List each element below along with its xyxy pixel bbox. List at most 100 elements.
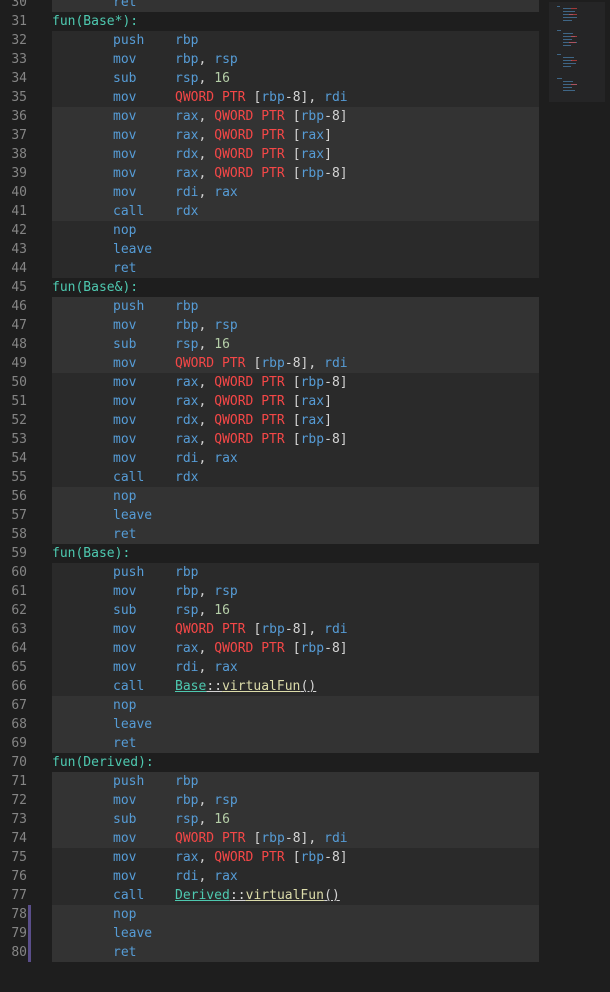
code-line[interactable]: 58 ret (0, 525, 540, 544)
code-line[interactable]: 38 mov rdx, QWORD PTR [rax] (0, 145, 540, 164)
operand[interactable]: :: (206, 677, 222, 696)
code-line[interactable]: 79 leave (0, 924, 540, 943)
operand: QWORD PTR (214, 109, 285, 124)
line-number: 67 (11, 698, 27, 713)
code-line[interactable]: 36 mov rax, QWORD PTR [rbp -8] (0, 107, 540, 126)
operand: QWORD PTR (175, 622, 246, 637)
code-line[interactable]: 74 mov QWORD PTR [rbp -8], rdi (0, 829, 540, 848)
code-line[interactable]: 47 mov rbp, rsp (0, 316, 540, 335)
code-line[interactable]: 69 ret (0, 734, 540, 753)
code-line[interactable]: 42 nop (0, 221, 540, 240)
code-line[interactable]: 80 ret (0, 943, 540, 962)
operand[interactable]: Base (175, 677, 206, 696)
line-number: 61 (11, 584, 27, 599)
instruction: mov (113, 185, 137, 200)
instruction: mov (113, 831, 137, 846)
minimap[interactable] (545, 0, 610, 110)
code-line[interactable]: 60 push rbp (0, 563, 540, 582)
code-line[interactable]: 78 nop (0, 905, 540, 924)
code-line[interactable]: 51 mov rax, QWORD PTR [rax] (0, 392, 540, 411)
instruction: ret (113, 527, 137, 542)
operand[interactable]: virtualFun (222, 677, 300, 696)
code-line[interactable]: 59 fun(Base): (0, 544, 540, 563)
instruction: mov (113, 641, 137, 656)
code-content: sub rsp, 16 (52, 69, 539, 88)
operand[interactable]: () (301, 677, 317, 696)
code-line[interactable]: 56 nop (0, 487, 540, 506)
operand: QWORD PTR (214, 850, 285, 865)
code-content: push rbp (52, 297, 539, 316)
code-line[interactable]: 66 call Base:: virtualFun() (0, 677, 540, 696)
instruction: push (113, 565, 145, 580)
operand: rdi (324, 90, 348, 105)
code-line[interactable]: 46 push rbp (0, 297, 540, 316)
change-marker (28, 924, 31, 943)
code-line[interactable]: 55 call rdx (0, 468, 540, 487)
code-line[interactable]: 76 mov rdi, rax (0, 867, 540, 886)
operand[interactable]: virtualFun (246, 886, 324, 905)
operand: [ (245, 831, 262, 846)
operand: , (198, 641, 215, 656)
operand: ] (324, 128, 332, 143)
code-content: nop (52, 905, 539, 924)
code-editor[interactable]: 30 ret 31 fun(Base*): 32 push rbp 33 mov rbp, rsp… (0, 0, 610, 992)
code-content: mov rdi, rax (52, 658, 539, 677)
operand: rax (175, 375, 199, 390)
code-line[interactable]: 68 leave (0, 715, 540, 734)
code-line[interactable]: 63 mov QWORD PTR [rbp -8], rdi (0, 620, 540, 639)
operand: rbp (175, 584, 199, 599)
line-number: 71 (11, 774, 27, 789)
line-number: 63 (11, 622, 27, 637)
code-line[interactable]: 61 mov rbp, rsp (0, 582, 540, 601)
change-marker (28, 943, 31, 962)
code-line[interactable]: 35 mov QWORD PTR [rbp -8], rdi (0, 88, 540, 107)
code-line[interactable]: 70 fun(Derived): (0, 753, 540, 772)
code-line[interactable]: 33 mov rbp, rsp (0, 50, 540, 69)
instruction: nop (113, 698, 137, 713)
line-number: 78 (11, 907, 27, 922)
code-line[interactable]: 72 mov rbp, rsp (0, 791, 540, 810)
operand[interactable]: () (324, 886, 340, 905)
code-line[interactable]: 48 sub rsp, 16 (0, 335, 540, 354)
code-line[interactable]: 40 mov rdi, rax (0, 183, 540, 202)
code-line[interactable]: 30 ret (0, 0, 540, 12)
code-line[interactable]: 71 push rbp (0, 772, 540, 791)
code-line[interactable]: 54 mov rdi, rax (0, 449, 540, 468)
operand: -8] (324, 641, 348, 656)
code-line[interactable]: 44 ret (0, 259, 540, 278)
code-content: leave (52, 240, 539, 259)
code-content: ret (52, 525, 539, 544)
code-line[interactable]: 37 mov rax, QWORD PTR [rax] (0, 126, 540, 145)
code-line[interactable]: 52 mov rdx, QWORD PTR [rax] (0, 411, 540, 430)
code-line[interactable]: 43 leave (0, 240, 540, 259)
line-number: 65 (11, 660, 27, 675)
line-number: 37 (11, 128, 27, 143)
operand[interactable]: :: (230, 886, 246, 905)
code-line[interactable]: 53 mov rax, QWORD PTR [rbp -8] (0, 430, 540, 449)
code-line[interactable]: 34 sub rsp, 16 (0, 69, 540, 88)
operand: rax (214, 660, 238, 675)
code-line[interactable]: 49 mov QWORD PTR [rbp -8], rdi (0, 354, 540, 373)
code-line[interactable]: 77 call Derived:: virtualFun() (0, 886, 540, 905)
code-line[interactable]: 62 sub rsp, 16 (0, 601, 540, 620)
code-content: mov rax, QWORD PTR [rbp -8] (52, 373, 539, 392)
code-line[interactable]: 41 call rdx (0, 202, 540, 221)
code-line[interactable]: 31 fun(Base*): (0, 12, 540, 31)
code-line[interactable]: 50 mov rax, QWORD PTR [rbp -8] (0, 373, 540, 392)
code-line[interactable]: 73 sub rsp, 16 (0, 810, 540, 829)
code-line[interactable]: 57 leave (0, 506, 540, 525)
line-number: 32 (11, 33, 27, 48)
operand: rbp (300, 375, 325, 390)
code-line[interactable]: 75 mov rax, QWORD PTR [rbp -8] (0, 848, 540, 867)
code-line[interactable]: 65 mov rdi, rax (0, 658, 540, 677)
change-marker (28, 905, 31, 924)
operand: rsp (175, 337, 199, 352)
code-line[interactable]: 45 fun(Base&): (0, 278, 540, 297)
instruction: mov (113, 147, 137, 162)
code-line[interactable]: 64 mov rax, QWORD PTR [rbp -8] (0, 639, 540, 658)
operand[interactable]: Derived (175, 886, 230, 905)
code-line[interactable]: 67 nop (0, 696, 540, 715)
code-line[interactable]: 39 mov rax, QWORD PTR [rbp -8] (0, 164, 540, 183)
operand: -8], (284, 622, 325, 637)
code-line[interactable]: 32 push rbp (0, 31, 540, 50)
